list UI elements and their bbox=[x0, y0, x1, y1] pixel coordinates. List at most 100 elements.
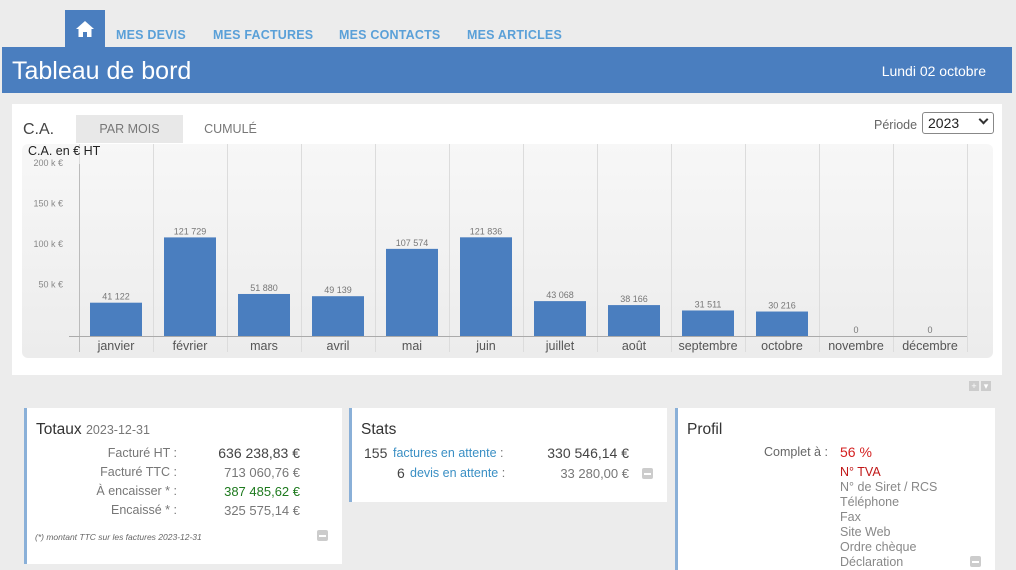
bar-value-label: 121 729 bbox=[174, 226, 207, 236]
bar bbox=[534, 301, 586, 336]
bar bbox=[164, 237, 216, 336]
bar-value-label: 49 139 bbox=[324, 285, 352, 295]
nav-mes-devis[interactable]: MES DEVIS bbox=[116, 28, 186, 42]
collapse-button[interactable] bbox=[970, 556, 981, 567]
totaux-row-value: 387 485,62 € bbox=[224, 484, 300, 499]
totaux-row-value: 713 060,76 € bbox=[224, 465, 300, 480]
periode-label: Période bbox=[874, 118, 918, 132]
profil-card: Profil Complet à : 56 % N° TVA N° de Sir… bbox=[675, 408, 995, 570]
y-tick-label: 50 k € bbox=[38, 280, 63, 290]
x-tick-label: décembre bbox=[902, 339, 958, 353]
x-tick-label: avril bbox=[327, 339, 350, 353]
profil-missing-item: Déclaration bbox=[840, 555, 904, 569]
home-icon bbox=[76, 20, 94, 37]
bar-value-label: 38 166 bbox=[620, 294, 648, 304]
bar-value-label: 31 511 bbox=[695, 299, 722, 309]
totaux-footnote: (*) montant TTC sur les factures 2023-12… bbox=[35, 532, 202, 542]
x-tick-label: septembre bbox=[678, 339, 737, 353]
link-devis-en-attente-text[interactable]: devis en attente bbox=[410, 466, 498, 480]
profil-missing-item: Site Web bbox=[840, 525, 891, 539]
x-tick-label: octobre bbox=[761, 339, 803, 353]
bar-value-label: 30 216 bbox=[768, 301, 796, 311]
top-nav: MES DEVIS MES FACTURES MES CONTACTS MES … bbox=[0, 0, 1016, 47]
bar-value-label: 51 880 bbox=[250, 283, 278, 293]
bar-chart: 50 k € 100 k € 150 k € 200 k € 41 122 janvier… bbox=[33, 144, 968, 353]
stat-devis-count: 6 bbox=[397, 465, 405, 481]
year-select[interactable]: 2023 bbox=[922, 112, 994, 134]
totaux-title: Totaux 2023-12-31 bbox=[36, 421, 150, 439]
chart-y-axis-label: C.A. en € HT bbox=[28, 144, 101, 158]
x-tick-label: février bbox=[173, 339, 208, 353]
stat-devis-amount: 33 280,00 € bbox=[560, 466, 629, 481]
y-tick-label: 150 k € bbox=[33, 199, 63, 209]
profil-missing-item: Ordre chèque bbox=[840, 540, 917, 554]
bar-value-label: 121 836 bbox=[470, 226, 503, 236]
nav-mes-factures[interactable]: MES FACTURES bbox=[213, 28, 313, 42]
totaux-title-text: Totaux bbox=[36, 421, 82, 438]
chevron-down-icon bbox=[978, 114, 989, 125]
x-tick-label: mai bbox=[402, 339, 422, 353]
tab-cumule[interactable]: CUMULÉ bbox=[183, 115, 278, 143]
bar-value-label: 0 bbox=[853, 325, 858, 335]
chart-panel-title: C.A. bbox=[23, 121, 55, 138]
plus-icon[interactable]: + bbox=[969, 381, 979, 391]
profil-missing-item: N° de Siret / RCS bbox=[840, 480, 938, 494]
page-header: Tableau de bord Lundi 02 octobre bbox=[2, 47, 1012, 93]
bar-value-label: 0 bbox=[927, 325, 932, 335]
totaux-row-label: À encaisser * : bbox=[96, 484, 177, 498]
stat-factures-count: 155 bbox=[364, 445, 388, 461]
chart-area: 50 k € 100 k € 150 k € 200 k € 41 122 janvier… bbox=[22, 144, 993, 358]
totaux-date: 2023-12-31 bbox=[85, 423, 150, 437]
y-tick-label: 100 k € bbox=[33, 239, 63, 249]
revenue-chart-panel: C.A. PAR MOIS CUMULÉ Période 2023 50 k €… bbox=[12, 104, 1002, 375]
stat-colon: : bbox=[500, 446, 504, 460]
totaux-row-value: 325 575,14 € bbox=[224, 503, 300, 518]
totaux-row-label: Facturé TTC : bbox=[100, 465, 177, 479]
collapse-button[interactable] bbox=[317, 530, 328, 541]
bar bbox=[608, 305, 660, 336]
bar bbox=[682, 310, 734, 336]
link-factures-en-attente[interactable]: factures en attente : bbox=[393, 446, 504, 460]
totaux-row-value: 636 238,83 € bbox=[218, 445, 300, 461]
profil-missing-item: Fax bbox=[840, 510, 861, 524]
bar bbox=[238, 293, 290, 336]
y-tick-label: 200 k € bbox=[33, 158, 63, 168]
home-tab[interactable] bbox=[65, 10, 105, 47]
stat-factures-amount: 330 546,14 € bbox=[547, 445, 629, 461]
stats-title: Stats bbox=[361, 421, 397, 438]
bar bbox=[756, 311, 808, 336]
tab-par-mois[interactable]: PAR MOIS bbox=[76, 115, 183, 143]
stats-card: Stats 155 factures en attente : 330 546,… bbox=[349, 408, 667, 502]
bar bbox=[460, 237, 512, 336]
panel-toggle[interactable]: + ▾ bbox=[969, 381, 991, 392]
x-tick-label: août bbox=[622, 339, 647, 353]
totaux-row-label: Encaissé * : bbox=[110, 503, 177, 517]
profil-complete-percent: 56 % bbox=[840, 444, 872, 460]
profil-complete-label: Complet à : bbox=[764, 445, 828, 459]
current-date: Lundi 02 octobre bbox=[881, 63, 986, 79]
bar bbox=[90, 302, 142, 336]
link-devis-en-attente[interactable]: devis en attente : bbox=[410, 466, 505, 480]
profil-missing-item: N° TVA bbox=[840, 465, 881, 479]
bar-value-label: 41 122 bbox=[102, 292, 130, 302]
bar bbox=[312, 296, 364, 336]
bar-value-label: 43 068 bbox=[546, 290, 574, 300]
x-tick-label: juillet bbox=[545, 339, 575, 353]
year-select-value: 2023 bbox=[928, 115, 960, 131]
link-factures-en-attente-text[interactable]: factures en attente bbox=[393, 446, 497, 460]
bar bbox=[386, 248, 438, 336]
nav-mes-contacts[interactable]: MES CONTACTS bbox=[339, 28, 440, 42]
page-title: Tableau de bord bbox=[12, 57, 192, 85]
stat-colon: : bbox=[501, 466, 506, 480]
x-tick-label: juin bbox=[475, 339, 496, 353]
collapse-button[interactable] bbox=[642, 468, 653, 479]
nav-mes-articles[interactable]: MES ARTICLES bbox=[467, 28, 562, 42]
x-tick-label: mars bbox=[250, 339, 278, 353]
bar-value-label: 107 574 bbox=[396, 238, 429, 248]
profil-missing-item: Téléphone bbox=[840, 495, 900, 509]
chevron-down-icon[interactable]: ▾ bbox=[981, 381, 991, 391]
totaux-card: Totaux 2023-12-31 Facturé HT : 636 238,8… bbox=[24, 408, 342, 564]
x-tick-label: janvier bbox=[97, 339, 135, 353]
totaux-row-label: Facturé HT : bbox=[107, 446, 177, 460]
profil-title: Profil bbox=[687, 421, 723, 438]
